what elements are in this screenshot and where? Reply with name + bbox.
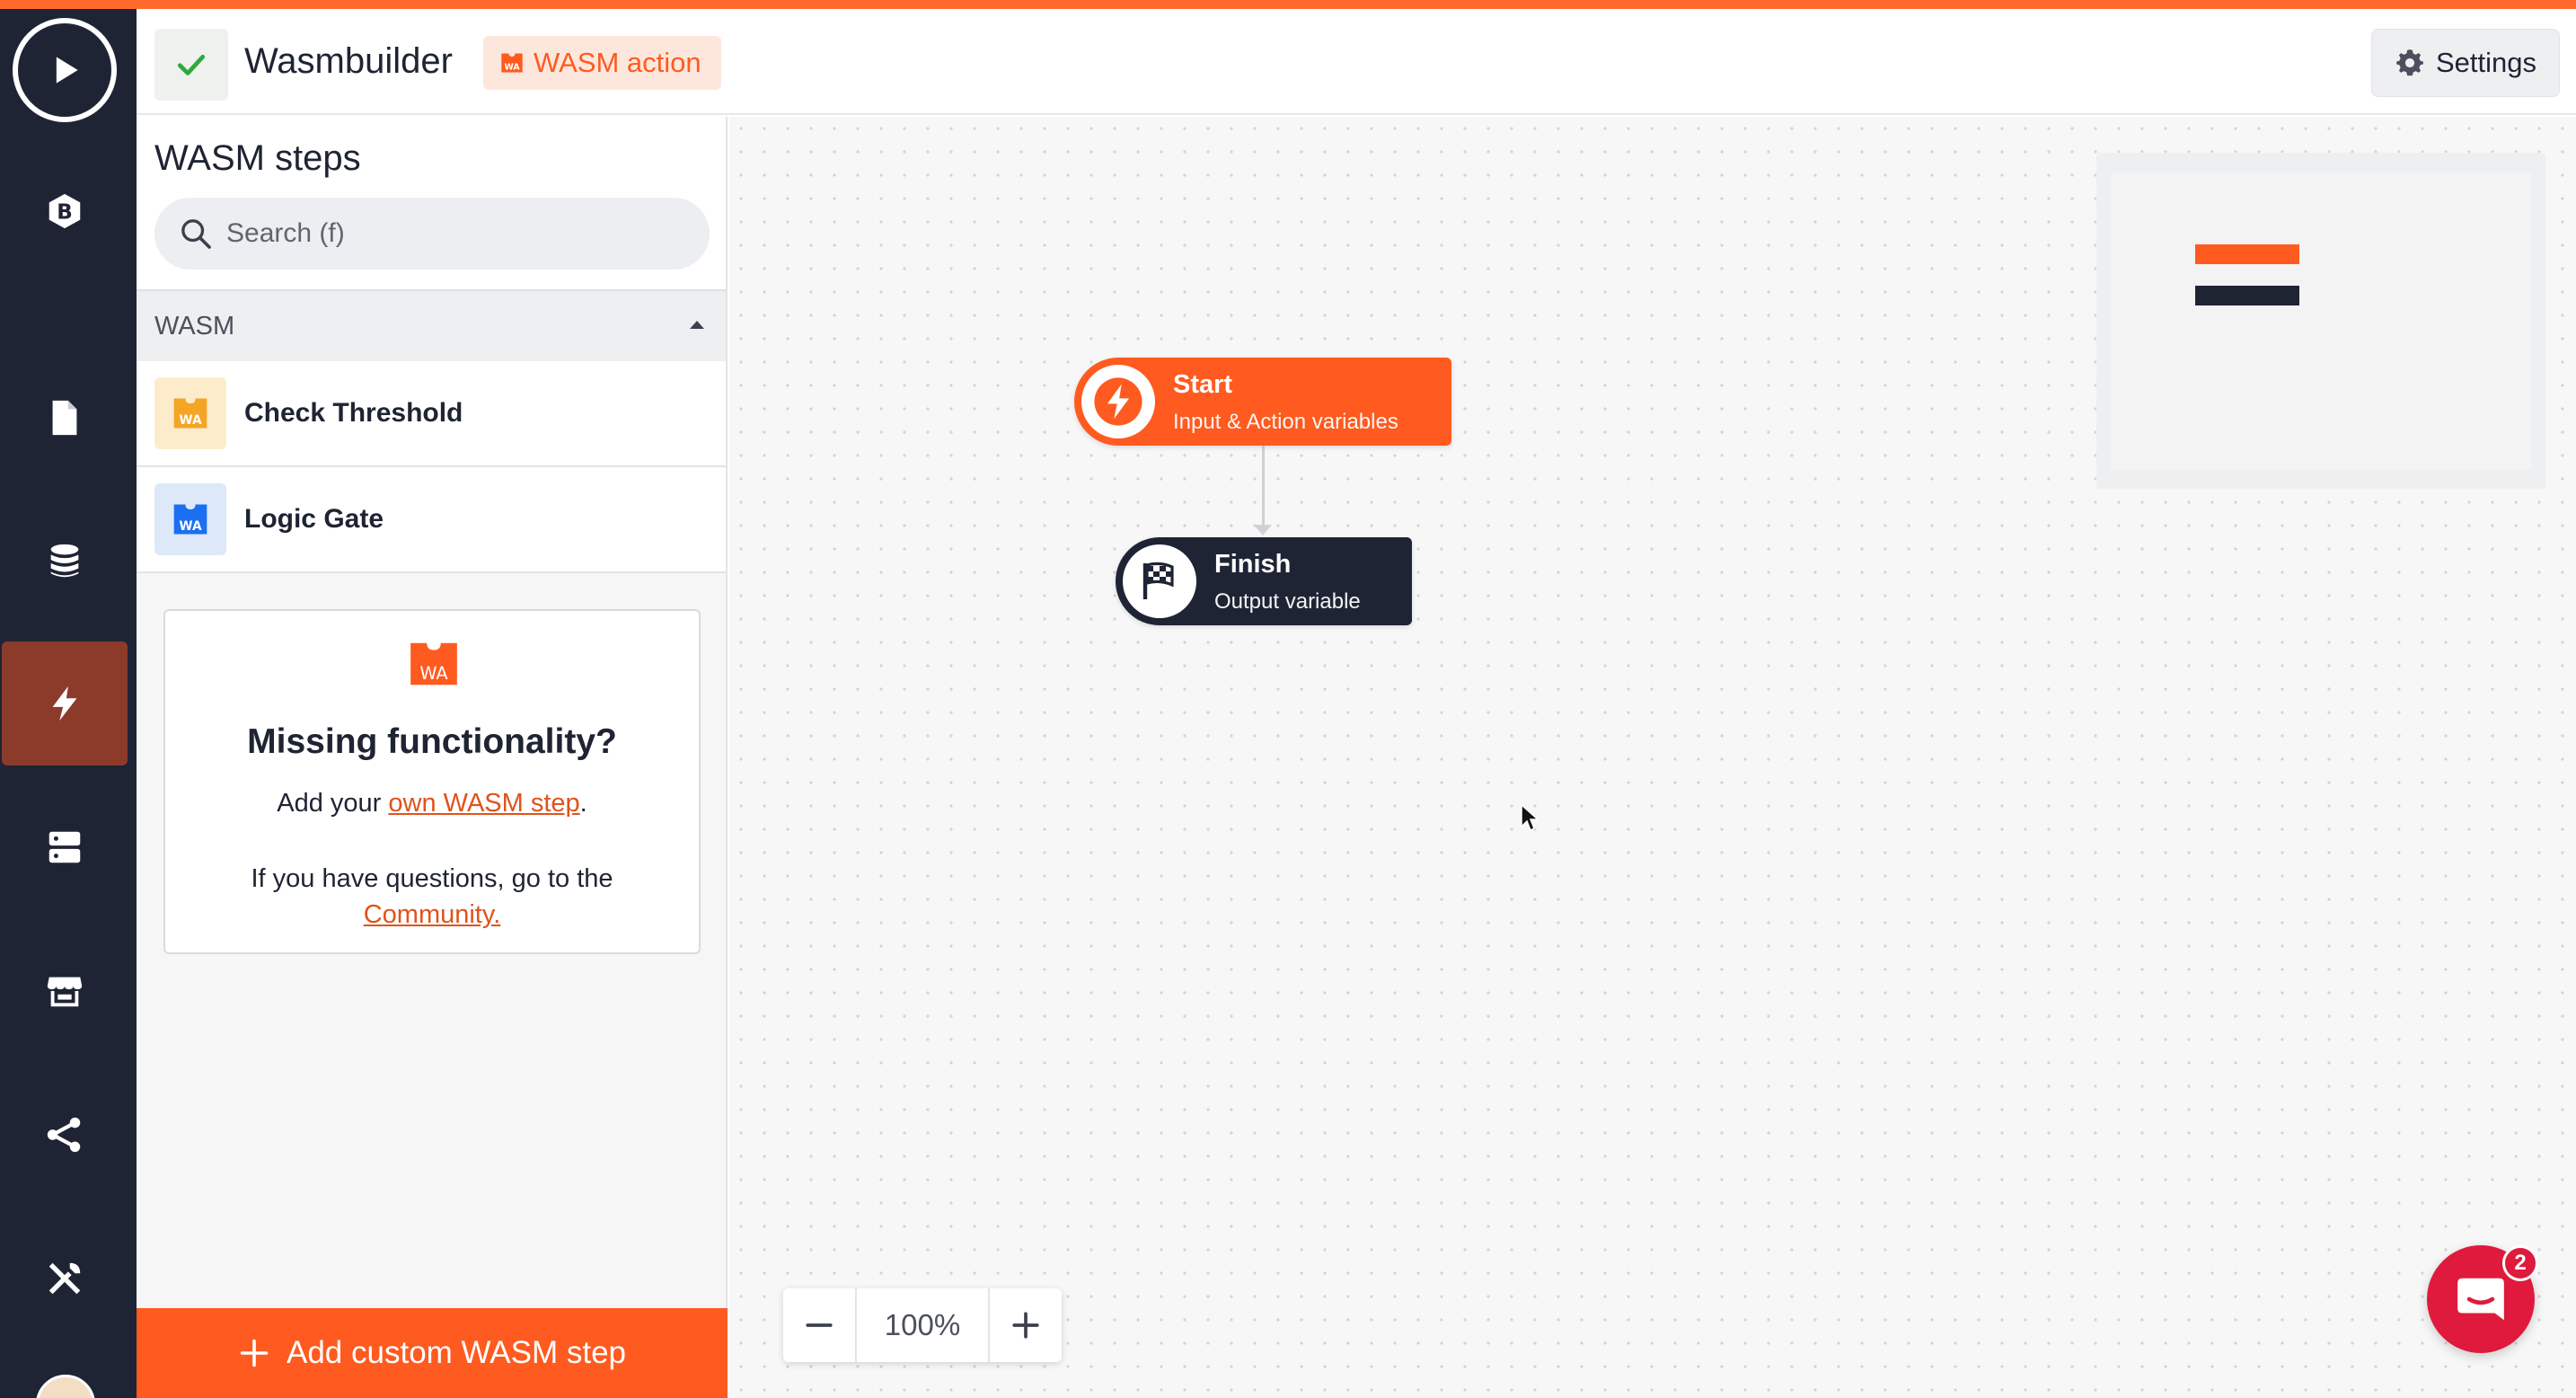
step-icon-text: WA bbox=[179, 413, 202, 428]
flow-canvas[interactable]: Start Input & Action variables Finish Ou… bbox=[729, 117, 2576, 1398]
play-icon bbox=[56, 57, 78, 84]
start-node-icon-wrap bbox=[1081, 365, 1155, 438]
wasm-icon: WA bbox=[410, 642, 457, 686]
wasm-icon: WA bbox=[173, 398, 207, 429]
page-title: Wasmbuilder bbox=[244, 41, 453, 81]
bolt-icon bbox=[52, 686, 77, 721]
plus-icon bbox=[1012, 1312, 1039, 1339]
status-indicator bbox=[154, 29, 228, 101]
wasm-icon: WA bbox=[173, 504, 207, 535]
help-icon-text: WA bbox=[419, 663, 448, 684]
brand-hexagon-icon: B bbox=[49, 193, 81, 229]
minimap-start-node bbox=[2195, 244, 2299, 264]
chat-icon bbox=[2457, 1278, 2504, 1321]
share-icon bbox=[47, 1117, 81, 1153]
zoom-in-button[interactable] bbox=[990, 1288, 1062, 1362]
nav-item-data[interactable] bbox=[2, 500, 128, 624]
help-text-line2: If you have questions, go to the Communi… bbox=[165, 861, 699, 933]
tools-icon bbox=[49, 1262, 81, 1295]
checkmark-icon bbox=[177, 54, 206, 75]
store-icon bbox=[47, 977, 83, 1007]
nav-item-actions[interactable] bbox=[2, 641, 128, 765]
nav-item-servers[interactable] bbox=[2, 785, 128, 909]
community-link[interactable]: Community. bbox=[364, 900, 501, 929]
app-root: B Wasmbuilder WA WASM action Settings WA… bbox=[0, 0, 2576, 1398]
help-text-suffix: . bbox=[579, 789, 587, 818]
connector-arrow-icon bbox=[1254, 525, 1272, 535]
top-accent-bar bbox=[0, 0, 2576, 9]
own-wasm-step-link[interactable]: own WASM step bbox=[388, 789, 579, 818]
add-step-label: Add custom WASM step bbox=[287, 1335, 626, 1370]
step-item-check-threshold[interactable]: WA Check Threshold bbox=[137, 361, 726, 467]
wasm-icon: WA bbox=[501, 53, 523, 73]
step-item-logic-gate[interactable]: WA Logic Gate bbox=[137, 467, 726, 573]
finish-node-icon-wrap bbox=[1123, 544, 1196, 618]
settings-button[interactable]: Settings bbox=[2371, 29, 2560, 97]
mouse-pointer-icon bbox=[1521, 803, 1539, 832]
nav-item-tools[interactable] bbox=[2, 1217, 128, 1340]
minimap-finish-node bbox=[2195, 286, 2299, 305]
step-label: Check Threshold bbox=[244, 398, 463, 428]
search-input[interactable] bbox=[226, 218, 675, 249]
panel-title: WASM steps bbox=[154, 138, 361, 178]
search-box[interactable] bbox=[154, 198, 710, 270]
help-question-text: If you have questions, go to the bbox=[251, 864, 613, 893]
header-bar: Wasmbuilder WA WASM action Settings bbox=[137, 9, 2576, 115]
type-badge-label: WASM action bbox=[534, 47, 701, 78]
type-badge: WA WASM action bbox=[483, 36, 721, 90]
start-node[interactable]: Start Input & Action variables bbox=[1074, 358, 1451, 446]
zoom-level: 100% bbox=[855, 1288, 990, 1362]
minimap[interactable] bbox=[2096, 153, 2545, 489]
plus-icon bbox=[240, 1339, 269, 1367]
bolt-icon bbox=[1094, 377, 1142, 426]
start-node-title: Start bbox=[1173, 370, 1233, 399]
zoom-out-button[interactable] bbox=[783, 1288, 855, 1362]
search-icon bbox=[181, 219, 211, 249]
gear-icon bbox=[2396, 49, 2423, 76]
database-icon bbox=[50, 544, 79, 578]
help-title: Missing functionality? bbox=[247, 722, 617, 761]
finish-node-subtitle: Output variable bbox=[1214, 589, 1361, 614]
zoom-controls: 100% bbox=[783, 1288, 1062, 1362]
checkered-flag-icon bbox=[1142, 562, 1174, 599]
finish-node[interactable]: Finish Output variable bbox=[1116, 537, 1412, 625]
nav-item-pages[interactable] bbox=[2, 356, 128, 480]
finish-node-title: Finish bbox=[1214, 550, 1292, 579]
nav-item-store[interactable] bbox=[2, 929, 128, 1053]
play-button[interactable] bbox=[13, 18, 117, 122]
avatar[interactable] bbox=[36, 1375, 95, 1398]
chat-notification-badge: 2 bbox=[2502, 1245, 2538, 1281]
brand-logo-letter: B bbox=[57, 201, 73, 225]
minus-icon bbox=[806, 1323, 833, 1327]
add-custom-step-button[interactable]: Add custom WASM step bbox=[137, 1308, 728, 1398]
nav-item-home[interactable]: B bbox=[2, 149, 128, 273]
step-icon-text: WA bbox=[179, 519, 202, 534]
nav-item-share[interactable] bbox=[2, 1073, 128, 1197]
nav-rail: B bbox=[0, 0, 137, 1398]
server-icon bbox=[49, 831, 81, 863]
group-header-wasm[interactable]: WASM bbox=[137, 289, 726, 361]
start-node-subtitle: Input & Action variables bbox=[1173, 410, 1398, 434]
help-text-line1: Add your own WASM step. bbox=[165, 789, 699, 818]
chevron-up-icon bbox=[690, 321, 704, 329]
settings-label: Settings bbox=[2435, 47, 2536, 78]
minimap-viewport bbox=[2111, 173, 2531, 469]
help-text-prefix: Add your bbox=[277, 789, 389, 818]
step-icon-wrap: WA bbox=[154, 483, 226, 555]
panel-top: WASM steps bbox=[137, 117, 726, 289]
group-label: WASM bbox=[154, 311, 235, 341]
file-icon bbox=[52, 400, 77, 436]
svg-text:WA: WA bbox=[504, 63, 520, 73]
step-label: Logic Gate bbox=[244, 504, 384, 534]
steps-panel: WASM steps WASM WA Check Th bbox=[137, 117, 728, 1398]
step-icon-wrap: WA bbox=[154, 377, 226, 449]
help-card: WA Missing functionality? Add your own W… bbox=[163, 609, 701, 954]
flow-connector bbox=[1262, 446, 1265, 532]
